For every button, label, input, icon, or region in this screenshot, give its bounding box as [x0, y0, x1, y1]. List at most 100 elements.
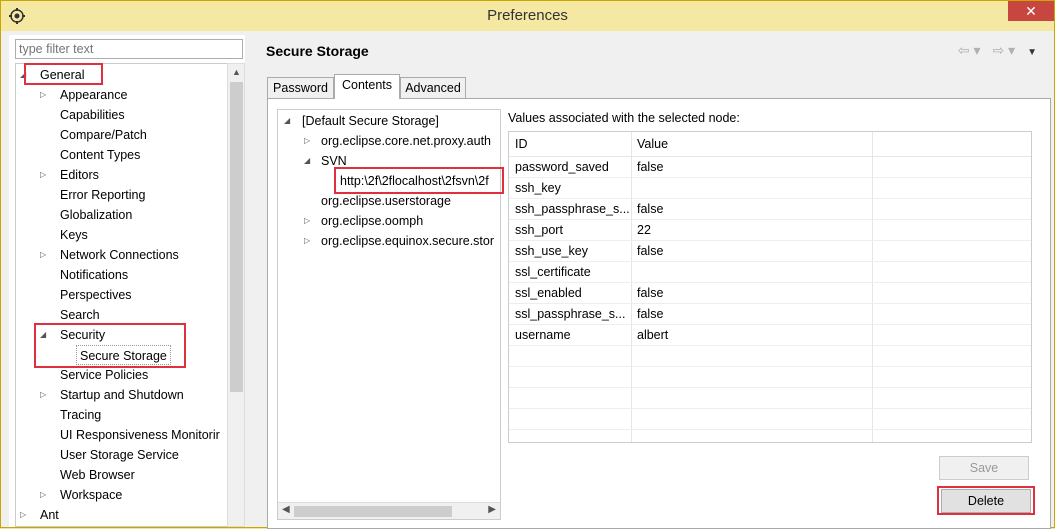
tree-item-label: Startup and Shutdown	[60, 388, 184, 402]
node-label: org.eclipse.core.net.proxy.auth	[321, 134, 492, 148]
row-id: ssh_port	[515, 223, 563, 237]
forward-arrow-icon[interactable]: ⇨▾	[992, 42, 1019, 58]
tree-item-compare-patch[interactable]: Compare/Patch	[60, 125, 147, 145]
tree-item-user-storage-service[interactable]: User Storage Service	[60, 445, 179, 465]
tab-password[interactable]: Password	[267, 77, 334, 98]
table-row[interactable]: ssh_port 22	[509, 220, 1031, 241]
row-value: false	[637, 244, 664, 258]
row-id: ssh_use_key	[515, 244, 588, 258]
node-label: org.eclipse.equinox.secure.stor	[321, 234, 495, 248]
row-value: albert	[637, 328, 669, 342]
tree-item-globalization[interactable]: Globalization	[60, 205, 132, 225]
row-value	[631, 178, 637, 199]
preferences-nav-panel: ◢ General ▷ Appearance Capabilities Comp…	[9, 35, 245, 527]
tree-item-label: Workspace	[60, 488, 123, 502]
row-value: false	[637, 160, 664, 174]
table-row[interactable]: ssl_passphrase_s... false	[509, 304, 1031, 325]
highlight-box-svn-node	[334, 167, 504, 194]
tree-item-ui-responsiveness[interactable]: UI Responsiveness Monitorir	[60, 425, 220, 445]
node-userstorage[interactable]: org.eclipse.userstorage	[321, 191, 451, 211]
collapsed-triangle-icon[interactable]: ▷	[40, 85, 50, 105]
view-menu-icon[interactable]: ▼	[1027, 47, 1041, 58]
row-value	[631, 262, 637, 283]
table-row[interactable]: ssh_use_key false	[509, 241, 1031, 262]
node-label: [Default Secure Storage]	[302, 114, 439, 128]
row-value: false	[637, 202, 664, 216]
tree-item-content-types[interactable]: Content Types	[60, 145, 140, 165]
scrollbar-thumb[interactable]	[294, 506, 452, 517]
scroll-up-icon[interactable]: ▲	[232, 67, 241, 77]
values-table: ID Value password_saved false ssh_key ss…	[508, 131, 1032, 443]
collapsed-triangle-icon[interactable]: ▷	[304, 211, 314, 231]
filter-input[interactable]	[15, 39, 243, 59]
collapsed-triangle-icon[interactable]: ▷	[40, 485, 50, 505]
tree-item-perspectives[interactable]: Perspectives	[60, 285, 132, 305]
collapsed-triangle-icon[interactable]: ▷	[304, 131, 314, 151]
values-label: Values associated with the selected node…	[508, 111, 740, 125]
collapsed-triangle-icon[interactable]: ▷	[40, 245, 50, 265]
tab-advanced[interactable]: Advanced	[400, 77, 466, 98]
highlight-box-general	[24, 63, 103, 85]
tree-item-capabilities[interactable]: Capabilities	[60, 105, 125, 125]
row-id: ssh_passphrase_s...	[515, 202, 630, 216]
expanded-triangle-icon[interactable]: ◢	[284, 111, 294, 131]
column-header-value[interactable]: Value	[631, 132, 668, 156]
table-row[interactable]: ssl_certificate	[509, 262, 1031, 283]
page-title: Secure Storage	[266, 43, 369, 59]
row-id: password_saved	[515, 160, 609, 174]
tree-item-label: Network Connections	[60, 248, 179, 262]
tree-item-label: Editors	[60, 168, 99, 182]
tab-contents[interactable]: Contents	[334, 74, 400, 99]
highlight-box-delete	[937, 486, 1035, 515]
page-nav-controls: ⇦▾ ⇨▾ ▼	[958, 42, 1041, 59]
row-id: username	[515, 328, 571, 342]
scroll-left-icon[interactable]: ◀	[282, 504, 290, 515]
scroll-right-icon[interactable]: ▶	[488, 504, 496, 515]
tree-item-web-browser[interactable]: Web Browser	[60, 465, 135, 485]
title-bar: Preferences ✕	[1, 1, 1054, 31]
table-row-empty	[509, 388, 1031, 409]
page-header: Secure Storage ⇦▾ ⇨▾ ▼	[257, 35, 1051, 67]
table-row[interactable]: ssh_key	[509, 178, 1031, 199]
tree-item-search[interactable]: Search	[60, 305, 100, 325]
row-value: 22	[637, 223, 651, 237]
table-row-empty	[509, 346, 1031, 367]
tree-item-label: Ant	[40, 508, 59, 522]
table-row-empty	[509, 367, 1031, 388]
expanded-triangle-icon[interactable]: ◢	[304, 151, 314, 171]
row-id: ssl_certificate	[515, 265, 591, 279]
table-row[interactable]: ssh_passphrase_s... false	[509, 199, 1031, 220]
collapsed-triangle-icon[interactable]: ▷	[40, 165, 50, 185]
tree-item-notifications[interactable]: Notifications	[60, 265, 128, 285]
table-row[interactable]: password_saved false	[509, 157, 1031, 178]
table-row[interactable]: ssl_enabled false	[509, 283, 1031, 304]
tree-item-error-reporting[interactable]: Error Reporting	[60, 185, 145, 205]
node-tree-horizontal-scrollbar[interactable]: ◀ ▶	[278, 502, 500, 519]
tree-item-service-policies[interactable]: Service Policies	[60, 365, 148, 385]
collapsed-triangle-icon[interactable]: ▷	[304, 231, 314, 251]
window-title: Preferences	[487, 7, 568, 24]
table-row-empty	[509, 409, 1031, 430]
back-arrow-icon[interactable]: ⇦▾	[958, 42, 985, 58]
row-id: ssh_key	[515, 181, 561, 195]
collapsed-triangle-icon[interactable]: ▷	[20, 505, 30, 525]
row-value: false	[637, 286, 664, 300]
table-row[interactable]: username albert	[509, 325, 1031, 346]
save-button[interactable]: Save	[939, 456, 1029, 480]
tree-vertical-scrollbar[interactable]: ▲	[227, 63, 245, 527]
collapsed-triangle-icon[interactable]: ▷	[40, 385, 50, 405]
row-value: false	[637, 307, 664, 321]
column-header-id[interactable]: ID	[509, 132, 528, 156]
preferences-window: Preferences ✕ ◢ General ▷ Appearance Cap…	[0, 0, 1055, 529]
row-id: ssl_passphrase_s...	[515, 307, 626, 321]
tree-item-tracing[interactable]: Tracing	[60, 405, 101, 425]
tree-item-label: Appearance	[60, 88, 128, 102]
tree-item-keys[interactable]: Keys	[60, 225, 88, 245]
highlight-box-security	[34, 323, 186, 368]
preferences-tree: ◢ General ▷ Appearance Capabilities Comp…	[15, 63, 227, 527]
row-id: ssl_enabled	[515, 286, 582, 300]
node-label: org.eclipse.oomph	[321, 214, 424, 228]
table-header-row: ID Value	[509, 132, 1031, 157]
close-button[interactable]: ✕	[1008, 1, 1054, 21]
scrollbar-thumb[interactable]	[230, 82, 243, 392]
